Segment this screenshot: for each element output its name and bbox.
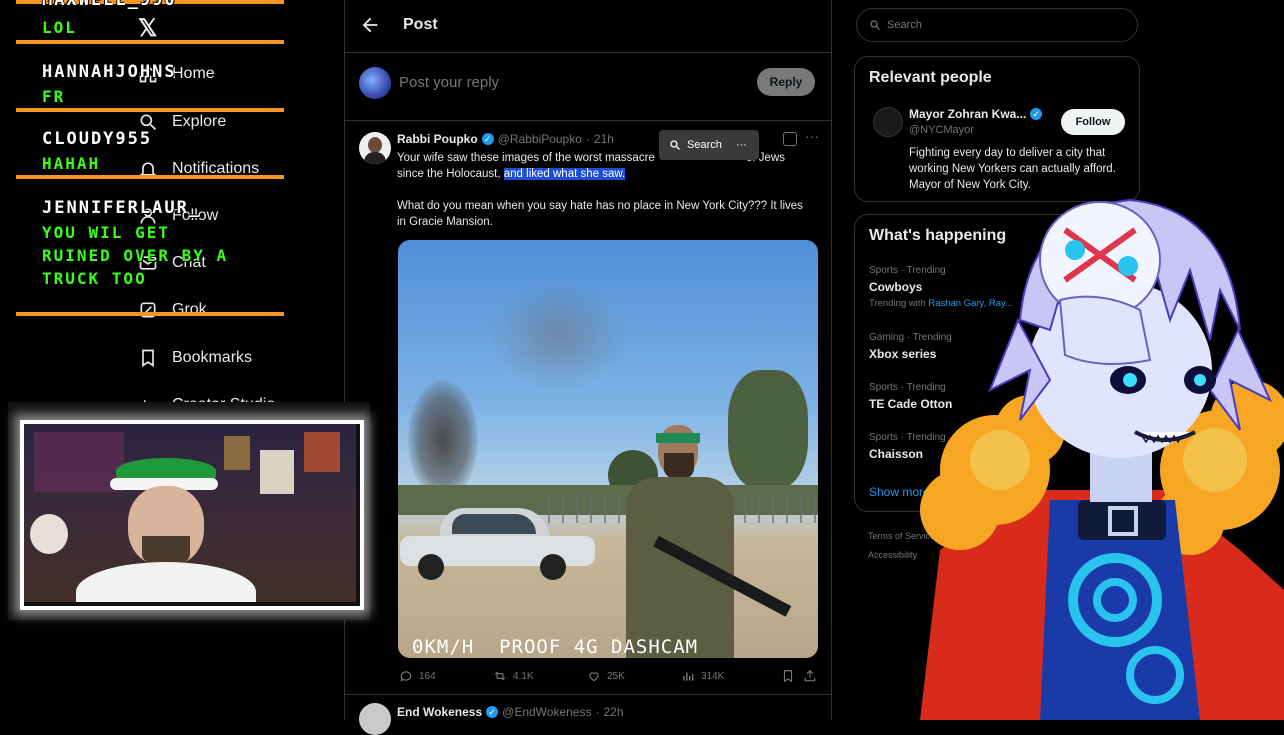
reply-button[interactable]: Reply: [757, 68, 815, 96]
nav-bookmarks[interactable]: Bookmarks: [138, 348, 252, 368]
repost-icon: [494, 671, 506, 681]
avatar[interactable]: [359, 703, 391, 735]
avatar: [359, 67, 391, 99]
post-time[interactable]: 22h: [603, 705, 623, 719]
divider: [345, 120, 831, 121]
stream-chat-overlay: MAXWELL_990 LOL HANNAHJOHNS FR CLOUDY955…: [16, 0, 284, 320]
vtuber-avatar: [900, 170, 1284, 720]
search-popup-label: Search: [687, 139, 722, 151]
chat-username: MAXWELL_990: [42, 0, 177, 10]
like-count: 25K: [607, 670, 625, 682]
nav-label: Bookmarks: [172, 349, 253, 366]
share-icon[interactable]: [803, 669, 817, 688]
chat-divider: [16, 40, 284, 44]
post-author[interactable]: Rabbi Poupko: [397, 132, 478, 146]
reply-input[interactable]: Post your reply: [399, 74, 699, 91]
chat-message: HAHAH: [42, 154, 101, 173]
webcam-frame: [20, 420, 364, 610]
views-count: 314K: [701, 670, 725, 682]
chat-divider: [16, 175, 284, 179]
chat-message: FR: [42, 87, 66, 106]
search-popup[interactable]: Search ···: [659, 130, 759, 160]
avatar[interactable]: [873, 107, 903, 137]
post-author[interactable]: End Wokeness: [397, 705, 482, 719]
post-text-line: Your wife saw these images of the worst …: [397, 152, 655, 164]
dot-separator: ·: [585, 132, 590, 146]
chat-message: YOU WIL GET RUINED OVER BY A TRUCK TOO: [42, 223, 229, 288]
chat-username: CLOUDY955: [42, 129, 153, 149]
video-caption: 0KM/H PROOF 4G DASHCAM: [412, 636, 699, 658]
post-handle[interactable]: @EndWokeness: [502, 705, 591, 719]
search-placeholder: Search: [887, 19, 922, 31]
search-input[interactable]: Search: [856, 8, 1138, 42]
back-arrow-icon[interactable]: [359, 14, 381, 36]
post-column: Post Post your reply Reply Rabbi Poupko …: [344, 0, 832, 735]
verified-badge-icon: ✓: [481, 133, 494, 145]
chat-username: JENNIFERLAUR_: [42, 198, 202, 218]
car: [400, 508, 595, 580]
more-options-icon[interactable]: ···: [805, 128, 819, 144]
repost-count: 4.1K: [513, 670, 534, 682]
grok-icon[interactable]: [783, 132, 797, 146]
webcam-overlay: [8, 402, 370, 620]
person: [616, 425, 792, 658]
bookmark-icon: [142, 349, 154, 368]
divider: [345, 52, 831, 53]
search-icon: [870, 20, 880, 30]
like-stat[interactable]: 25K: [587, 669, 625, 683]
divider: [345, 694, 831, 695]
follow-button[interactable]: Follow: [1061, 109, 1125, 135]
selected-text: and liked what she saw.: [503, 168, 626, 180]
chat-divider: [16, 108, 284, 112]
views-icon: [683, 672, 694, 681]
dot-separator: ·: [595, 705, 600, 719]
reply-count: 164: [419, 670, 436, 682]
avatar[interactable]: [359, 132, 391, 164]
page-title: Post: [403, 16, 438, 33]
chat-message: LOL: [42, 18, 77, 37]
card-title: Relevant people: [869, 69, 992, 86]
views-stat[interactable]: 314K: [681, 669, 724, 683]
search-icon: [670, 140, 680, 150]
person-name[interactable]: Mayor Zohran Kwa...: [909, 107, 1026, 121]
post-text-paragraph: What do you mean when you say hate has n…: [397, 200, 803, 228]
chat-username: HANNAHJOHNS: [42, 62, 177, 82]
person-handle[interactable]: @NYCMayor: [909, 124, 974, 136]
chat-divider: [16, 312, 284, 316]
post-text-line: since the Holocaust,: [397, 168, 504, 180]
repost-stat[interactable]: 4.1K: [493, 669, 534, 683]
heart-icon: [589, 672, 599, 682]
smoke: [488, 280, 628, 390]
bookmark-icon[interactable]: [781, 669, 795, 688]
reply-icon: [400, 671, 412, 682]
search-popup-more[interactable]: ···: [736, 139, 747, 151]
post-handle[interactable]: @RabbiPoupko: [498, 132, 582, 146]
next-post-header: End Wokeness ✓ @EndWokeness · 22h: [397, 705, 624, 719]
verified-badge-icon: ✓: [486, 706, 499, 718]
video-player[interactable]: 0KM/H PROOF 4G DASHCAM: [398, 240, 818, 658]
post-header: Rabbi Poupko ✓ @RabbiPoupko · 21h: [397, 132, 614, 146]
post-time[interactable]: 21h: [594, 132, 614, 146]
reply-stat[interactable]: 164: [399, 669, 436, 683]
person-name-row: Mayor Zohran Kwa... ✓: [909, 107, 1043, 121]
verified-badge-icon: ✓: [1030, 108, 1043, 120]
smoke: [408, 380, 478, 500]
